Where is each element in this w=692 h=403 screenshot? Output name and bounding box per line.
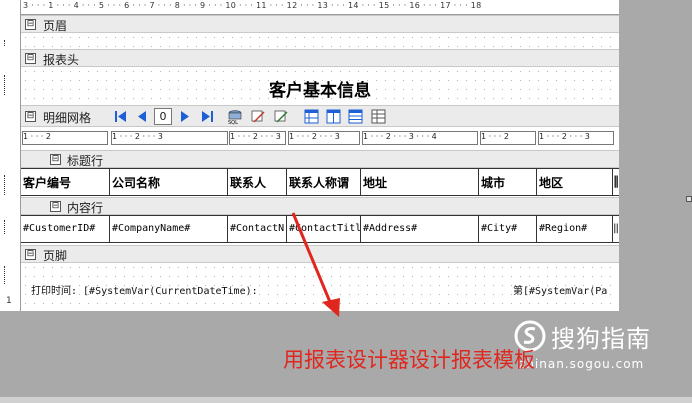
data-cell-customer-id[interactable]: #CustomerID# bbox=[21, 216, 110, 242]
grid-layout-icon[interactable] bbox=[304, 109, 319, 124]
report-designer-window: 1 3 · · · 1 · · · 4 · · · 5 · · · 6 · · … bbox=[0, 0, 692, 403]
page-number-input[interactable]: 0 bbox=[154, 108, 172, 125]
content-row[interactable]: #CustomerID# #CompanyName# #ContactN #Co… bbox=[21, 215, 619, 243]
wizard-two-icon[interactable] bbox=[273, 109, 289, 125]
annotation-caption: 用报表设计器设计报表模板 bbox=[283, 348, 535, 372]
next-page-icon[interactable] bbox=[178, 110, 192, 123]
left-ruler-tick bbox=[4, 220, 8, 234]
report-title[interactable]: 客户基本信息 bbox=[21, 76, 619, 101]
data-cell-address[interactable]: #Address# bbox=[361, 216, 479, 242]
header-cell-address[interactable]: 地址 bbox=[361, 169, 479, 195]
header-cell-contact-title[interactable]: 联系人称谓 bbox=[287, 169, 361, 195]
column-ruler: 1 · · · 2 bbox=[22, 131, 108, 145]
collapse-toggle-icon[interactable]: ⊟ bbox=[25, 249, 36, 260]
watermark-brand: 搜狗指南 bbox=[551, 325, 651, 353]
page-footer-area[interactable]: 打印时间: [#SystemVar(CurrentDateTime): 第[#S… bbox=[21, 263, 619, 311]
left-ruler: 1 bbox=[0, 0, 21, 311]
column-ruler: 1 · · · 2 bbox=[480, 131, 536, 145]
grid-columns-icon[interactable] bbox=[326, 109, 341, 124]
print-time-field[interactable]: 打印时间: [#SystemVar(CurrentDateTime): bbox=[31, 282, 258, 297]
left-ruler-tick bbox=[4, 266, 8, 284]
column-ruler-scale: 1 · · · 2 · · · 3 bbox=[230, 132, 281, 141]
header-cell-region[interactable]: 地区 bbox=[537, 169, 613, 195]
header-cell-customer-id[interactable]: 客户编号 bbox=[21, 169, 110, 195]
band-label: 标题行 bbox=[67, 154, 104, 168]
data-cell-region[interactable]: #Region# bbox=[537, 216, 613, 242]
top-ruler-scale: 3 · · · 1 · · · 4 · · · 5 · · · 6 · · · … bbox=[23, 1, 482, 10]
header-cell-company-name[interactable]: 公司名称 bbox=[110, 169, 228, 195]
column-ruler-scale: 1 · · · 2 · · · 3 bbox=[289, 132, 340, 141]
left-ruler-tick bbox=[4, 75, 8, 95]
column-ruler-scale: 1 · · · 2 bbox=[481, 132, 509, 141]
report-header-area[interactable]: 客户基本信息 bbox=[21, 67, 619, 105]
band-label: 页眉 bbox=[43, 19, 68, 33]
header-cell-city[interactable]: 城市 bbox=[479, 169, 537, 195]
band-report-header[interactable]: ⊟ 报表头 bbox=[21, 49, 619, 67]
band-content-row[interactable]: ⊟ 内容行 bbox=[21, 197, 619, 215]
prev-page-icon[interactable] bbox=[135, 110, 149, 123]
left-ruler-number: 1 bbox=[6, 296, 12, 306]
grid-properties-icon[interactable] bbox=[371, 109, 386, 124]
design-surface[interactable]: 3 · · · 1 · · · 4 · · · 5 · · · 6 · · · … bbox=[21, 0, 619, 311]
header-cell-contact[interactable]: 联系人 bbox=[228, 169, 287, 195]
column-ruler-scale: 1 · · · 2 bbox=[23, 132, 51, 141]
sogou-watermark: 搜狗指南 zhinan.sogou.com bbox=[513, 316, 683, 376]
page-header-area[interactable] bbox=[21, 33, 619, 49]
column-ruler: 1 · · · 2 · · · 3 bbox=[111, 131, 228, 145]
wizard-icon[interactable] bbox=[250, 109, 266, 125]
column-ruler-scale: 1 · · · 2 · · · 3 · · · 4 bbox=[363, 132, 437, 141]
band-page-footer[interactable]: ⊟ 页脚 bbox=[21, 245, 619, 263]
band-title-row[interactable]: ⊟ 标题行 bbox=[21, 150, 619, 168]
data-cell-contact-title[interactable]: #ContactTitl bbox=[287, 216, 361, 242]
data-cell-company-name[interactable]: #CompanyName# bbox=[110, 216, 228, 242]
right-scroll-area[interactable] bbox=[619, 0, 692, 311]
band-label: 页脚 bbox=[43, 249, 68, 263]
svg-text:SQL: SQL bbox=[228, 120, 238, 125]
title-row[interactable]: 客户编号 公司名称 联系人 联系人称谓 地址 城市 地区 ‖ bbox=[21, 168, 619, 196]
collapse-toggle-icon[interactable]: ⊟ bbox=[25, 19, 36, 30]
column-ruler-scale: 1 · · · 2 · · · 3 bbox=[112, 132, 163, 141]
band-label: 内容行 bbox=[67, 201, 104, 215]
band-page-header[interactable]: ⊟ 页眉 bbox=[21, 15, 619, 33]
watermark-url: zhinan.sogou.com bbox=[519, 357, 645, 371]
data-cell-city[interactable]: #City# bbox=[479, 216, 537, 242]
collapse-toggle-icon[interactable]: ⊟ bbox=[50, 201, 61, 212]
column-ruler: 1 · · · 2 · · · 3 bbox=[288, 131, 360, 145]
band-detail-grid[interactable]: ⊟ 明细网格 0 SQL bbox=[21, 105, 619, 127]
left-ruler-tick bbox=[4, 40, 8, 46]
collapse-toggle-icon[interactable]: ⊟ bbox=[50, 154, 61, 165]
left-ruler-tick bbox=[4, 175, 8, 195]
grid-rows-icon[interactable] bbox=[348, 109, 363, 124]
column-ruler-scale: 1 · · · 2 · · · 3 bbox=[539, 132, 590, 141]
column-ruler: 1 · · · 2 · · · 3 bbox=[229, 131, 286, 145]
band-label: 明细网格 bbox=[43, 111, 92, 125]
collapse-toggle-icon[interactable]: ⊟ bbox=[25, 53, 36, 64]
bottom-border bbox=[0, 397, 692, 403]
first-page-icon[interactable] bbox=[114, 110, 128, 123]
last-page-icon[interactable] bbox=[200, 110, 214, 123]
band-label: 报表头 bbox=[43, 53, 80, 67]
collapse-toggle-icon[interactable]: ⊟ bbox=[25, 111, 36, 122]
column-ruler: 1 · · · 2 · · · 3 bbox=[538, 131, 614, 145]
page-number-field[interactable]: 第[#SystemVar(Pa bbox=[513, 282, 607, 297]
top-ruler: 3 · · · 1 · · · 4 · · · 5 · · · 6 · · · … bbox=[21, 0, 619, 15]
column-ruler: 1 · · · 2 · · · 3 · · · 4 bbox=[362, 131, 478, 145]
scroll-handle[interactable] bbox=[686, 196, 692, 202]
sql-icon[interactable]: SQL bbox=[227, 109, 243, 125]
data-cell-contact[interactable]: #ContactN bbox=[228, 216, 287, 242]
